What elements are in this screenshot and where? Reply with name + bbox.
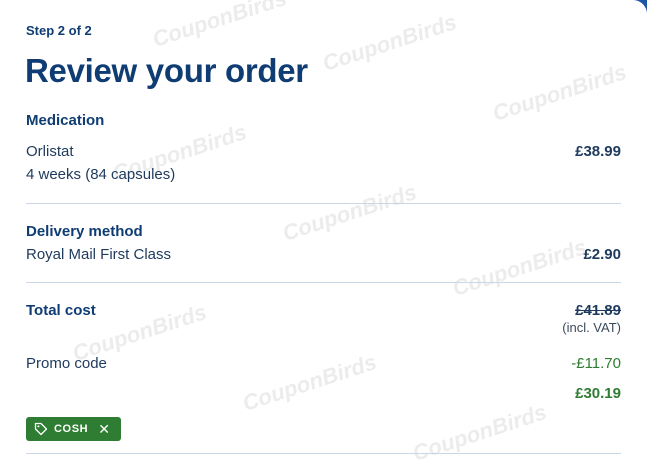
page-title: Review your order xyxy=(25,52,308,89)
vat-note: (incl. VAT) xyxy=(562,320,621,335)
watermark: CouponBirds xyxy=(409,399,550,466)
medication-price: £38.99 xyxy=(575,143,621,160)
promo-code-label: Promo code xyxy=(26,355,107,372)
close-icon[interactable]: ✕ xyxy=(98,422,110,436)
step-indicator: Step 2 of 2 xyxy=(26,23,92,38)
final-total-price: £30.19 xyxy=(575,385,621,402)
delivery-method-name: Royal Mail First Class xyxy=(26,246,172,263)
delivery-heading: Delivery method xyxy=(26,223,143,240)
watermark: CouponBirds xyxy=(319,9,460,76)
medication-heading: Medication xyxy=(26,112,105,129)
promo-code-tag[interactable]: COSH ✕ xyxy=(26,417,121,441)
watermark: CouponBirds xyxy=(449,234,590,301)
medication-detail: 4 weeks (84 capsules) xyxy=(26,166,176,183)
divider xyxy=(26,203,621,204)
delivery-price: £2.90 xyxy=(583,246,621,263)
divider xyxy=(26,453,621,454)
watermark: CouponBirds xyxy=(489,59,630,126)
medication-name: Orlistat xyxy=(26,143,74,160)
order-review-card: CouponBirds CouponBirds CouponBirds Coup… xyxy=(0,0,647,467)
watermark: CouponBirds xyxy=(279,179,420,246)
watermark: CouponBirds xyxy=(239,349,380,416)
total-cost-label: Total cost xyxy=(26,302,96,319)
tag-icon xyxy=(34,422,48,436)
promo-code-text: COSH xyxy=(54,423,89,435)
promo-discount: -£11.70 xyxy=(571,355,621,372)
divider xyxy=(26,282,621,283)
original-total-price: £41.89 xyxy=(575,302,621,319)
watermark: CouponBirds xyxy=(149,0,290,52)
